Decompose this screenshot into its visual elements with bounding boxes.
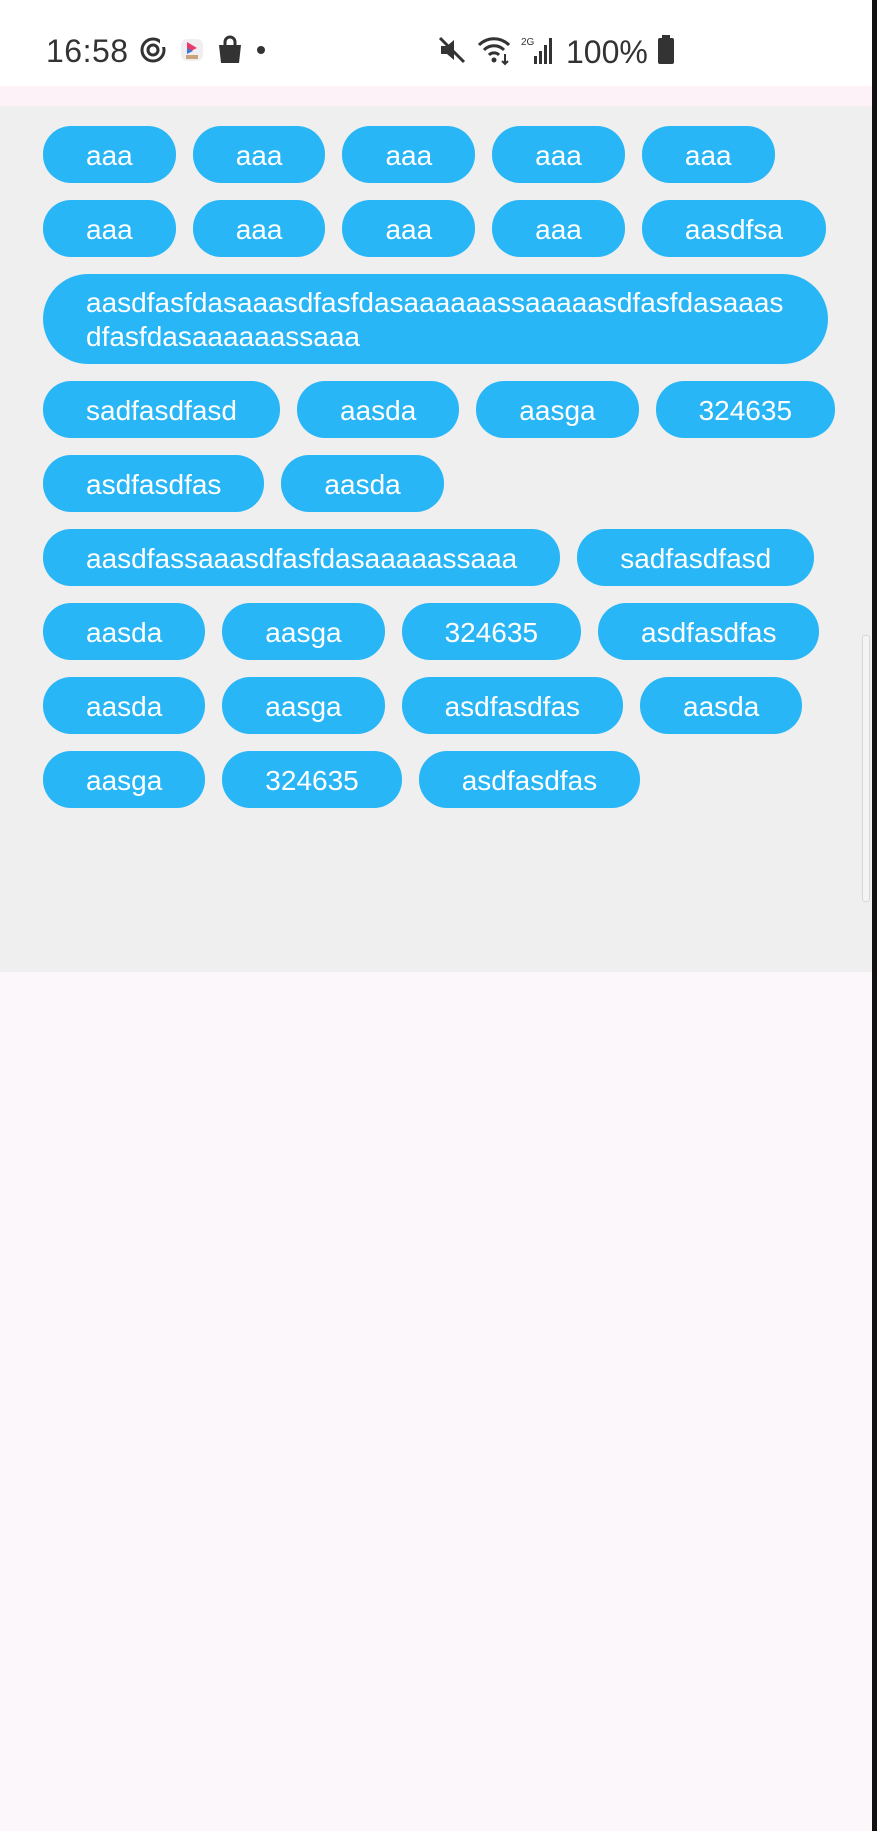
chip[interactable]: aaa <box>43 126 176 183</box>
chip[interactable]: aasda <box>297 381 460 438</box>
chip[interactable]: aasda <box>281 455 444 512</box>
chip[interactable]: aasga <box>222 603 385 660</box>
chip[interactable]: asdfasdfas <box>418 751 641 808</box>
dot-icon <box>254 43 268 62</box>
shopping-bag-icon <box>216 35 244 70</box>
chip-group: aaa aaa aaa aaa aaa aaa aaa aaa aaa aasdfsa aasdfa… <box>43 126 843 808</box>
chip[interactable]: 324635 <box>655 381 836 438</box>
chip[interactable]: aaa <box>192 200 326 257</box>
chip[interactable]: aasdfsa <box>641 200 826 257</box>
chip[interactable]: aaa <box>342 126 476 183</box>
chip[interactable]: aaa <box>192 126 326 183</box>
status-bar: 16:58 2G 100% <box>0 0 872 86</box>
chip[interactable]: 324635 <box>401 603 582 660</box>
status-right-icons: 2G 100% <box>436 33 676 71</box>
chip[interactable]: aaa <box>492 200 625 257</box>
app-icon <box>178 36 206 69</box>
chip[interactable]: aasda <box>640 677 803 734</box>
chip[interactable]: aasda <box>43 603 206 660</box>
chip[interactable]: aaa <box>492 126 625 183</box>
chip[interactable]: aaa <box>342 200 476 257</box>
wifi-icon <box>476 34 512 71</box>
battery-percent: 100% <box>566 33 648 70</box>
chip[interactable]: asdfasdfas <box>401 677 624 734</box>
svg-text:2G: 2G <box>521 37 535 48</box>
chip[interactable]: aasga <box>476 381 639 438</box>
sync-icon <box>138 35 168 70</box>
chip[interactable]: sadfasdfasd <box>43 381 280 438</box>
chip[interactable]: aasda <box>43 677 206 734</box>
chip[interactable]: sadfasdfasd <box>577 529 815 586</box>
signal-2g-icon: 2G <box>520 34 554 71</box>
chip[interactable]: aaa <box>43 200 176 257</box>
chip[interactable]: aaa <box>641 126 775 183</box>
chip[interactable]: aasdfassaaasdfasfdasaaaaassaaa <box>43 529 561 586</box>
header-divider <box>0 86 872 106</box>
chip[interactable]: asdfasdfas <box>43 455 265 512</box>
scrollbar-thumb[interactable] <box>862 635 870 902</box>
status-time: 16:58 <box>46 33 129 69</box>
battery-icon <box>656 34 676 71</box>
chip[interactable]: aasdfasfdasaaasdfasfdasaaaaaassaaaaasdfa… <box>43 274 828 364</box>
mute-icon <box>436 34 468 71</box>
chip-flow-container: aaa aaa aaa aaa aaa aaa aaa aaa aaa aasdfsa aasdfa… <box>0 106 872 972</box>
chip[interactable]: aasga <box>222 677 385 734</box>
chip[interactable]: asdfasdfas <box>598 603 820 660</box>
screen-edge <box>872 0 877 1831</box>
chip[interactable]: 324635 <box>222 751 402 808</box>
status-left-icons <box>138 35 268 70</box>
chip[interactable]: aasga <box>43 751 206 808</box>
